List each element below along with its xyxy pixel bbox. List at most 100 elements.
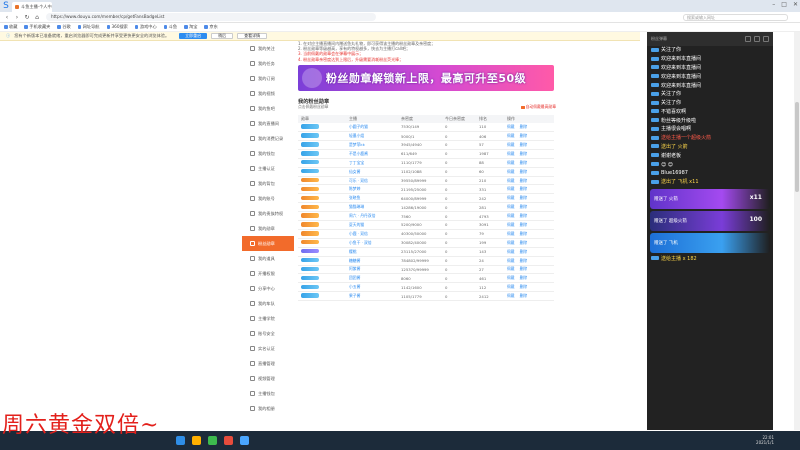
close-icon[interactable]: ✕	[793, 1, 798, 8]
wear-link[interactable]: 佩戴	[507, 231, 515, 236]
app-icon[interactable]	[224, 436, 233, 445]
home-icon[interactable]: ⌂	[34, 14, 40, 21]
delete-link[interactable]: 删除	[520, 195, 528, 200]
wear-link[interactable]: 佩戴	[507, 204, 515, 209]
delete-link[interactable]: 删除	[520, 186, 528, 191]
anchor-link[interactable]: 猫猫琳琳	[346, 202, 398, 213]
reload-icon[interactable]: ↻	[24, 14, 30, 21]
delete-link[interactable]: 删除	[520, 178, 528, 183]
promo-banner[interactable]: 粉丝勋章解锁新上限，最高可升至50级	[298, 64, 554, 91]
delete-link[interactable]: 删除	[520, 284, 528, 289]
sidebar-item[interactable]: 分享中心	[242, 281, 294, 296]
delete-link[interactable]: 删除	[520, 275, 528, 280]
sidebar-item[interactable]: 开播权限	[242, 266, 294, 281]
delete-link[interactable]: 删除	[520, 124, 528, 129]
anchor-link[interactable]: 轻墨小姐	[346, 131, 398, 142]
anchor-link[interactable]: 丁丁宝宝	[346, 158, 398, 168]
wear-link[interactable]: 佩戴	[507, 178, 515, 183]
sidebar-item[interactable]: 我的背包	[242, 176, 294, 191]
sidebar-item[interactable]: 我的贵族特权	[242, 206, 294, 221]
anchor-link[interactable]: 团团酱	[346, 273, 398, 284]
anchor-link[interactable]: 小鱼干 · 双倍	[346, 238, 398, 248]
sidebar-item[interactable]: 我的钱包	[242, 146, 294, 161]
later-button[interactable]: 稍后	[211, 33, 234, 39]
sidebar-item[interactable]: 我的账号	[242, 191, 294, 206]
delete-link[interactable]: 删除	[520, 142, 528, 147]
anchor-link[interactable]: 张晓鱼	[346, 193, 398, 204]
delete-link[interactable]: 删除	[520, 266, 528, 271]
bookmark-item[interactable]: 谷歌	[57, 24, 71, 30]
wear-link[interactable]: 佩戴	[507, 293, 515, 298]
wear-link[interactable]: 佩戴	[507, 266, 515, 271]
delete-link[interactable]: 删除	[520, 204, 528, 209]
wear-link[interactable]: 佩戴	[507, 124, 515, 129]
sidebar-item[interactable]: 直播管理	[242, 356, 294, 371]
sidebar-item[interactable]: 主播认证	[242, 161, 294, 176]
browser-tab[interactable]: 斗鱼主播·个人中心	[12, 2, 52, 12]
back-icon[interactable]: ‹	[4, 14, 10, 21]
lock-icon[interactable]	[763, 36, 769, 42]
wear-link[interactable]: 佩戴	[507, 160, 515, 165]
sidebar-item[interactable]: 账号安全	[242, 326, 294, 341]
bookmark-item[interactable]: 网址导航	[77, 24, 100, 30]
wear-link[interactable]: 佩戴	[507, 284, 515, 289]
wear-link[interactable]: 佩戴	[507, 142, 515, 147]
bookmark-item[interactable]: 京东	[204, 24, 218, 30]
delete-link[interactable]: 删除	[520, 160, 528, 165]
file-explorer-icon[interactable]	[192, 436, 201, 445]
anchor-link[interactable]: 小鹿 · 双倍	[346, 229, 398, 239]
wear-link[interactable]: 佩戴	[507, 186, 515, 191]
browser-search-input[interactable]: 搜索或输入网址	[683, 14, 788, 21]
bookmark-item[interactable]: 手机收藏夹	[24, 24, 50, 30]
wear-link[interactable]: 佩戴	[507, 240, 515, 245]
anchor-link[interactable]: 可乐 · 双倍	[346, 176, 398, 186]
anchor-link[interactable]: 仙女酱	[346, 167, 398, 177]
wear-link[interactable]: 佩戴	[507, 222, 515, 227]
restart-button[interactable]: 立即重启	[179, 33, 208, 39]
windows-start-icon[interactable]	[176, 436, 185, 445]
anchor-link[interactable]: 小五酱	[346, 282, 398, 293]
scrollbar-thumb[interactable]	[795, 102, 799, 192]
sidebar-item[interactable]: 我的订阅	[242, 71, 294, 86]
sidebar-item[interactable]: 主播钱包	[242, 386, 294, 401]
anchor-link[interactable]: 糖糖酱	[346, 256, 398, 266]
sidebar-item[interactable]: 我的鱼吧	[242, 101, 294, 116]
details-button[interactable]: 查看详情	[237, 33, 268, 39]
sidebar-item[interactable]: 主播学院	[242, 311, 294, 326]
bookmark-item[interactable]: 淘宝	[184, 24, 197, 30]
sidebar-item[interactable]: 视频管理	[242, 371, 294, 386]
anchor-link[interactable]: 周六 · 丹丹双倍	[346, 211, 398, 222]
anchor-link[interactable]: 陈梦婷	[346, 184, 398, 195]
delete-link[interactable]: 删除	[520, 151, 528, 156]
wear-link[interactable]: 佩戴	[507, 213, 515, 218]
anchor-link[interactable]: 阿紫酱	[346, 265, 398, 275]
sidebar-item[interactable]: 粉丝勋章	[242, 236, 294, 251]
wear-link[interactable]: 佩戴	[507, 169, 515, 174]
sidebar-item[interactable]: 我的消费记录	[242, 131, 294, 146]
delete-link[interactable]: 删除	[520, 231, 528, 236]
wear-link[interactable]: 佩戴	[507, 133, 515, 138]
wear-link[interactable]: 佩戴	[507, 249, 515, 254]
delete-link[interactable]: 删除	[520, 169, 528, 174]
delete-link[interactable]: 删除	[520, 213, 528, 218]
sidebar-item[interactable]: 实名认证	[242, 341, 294, 356]
sidebar-item[interactable]: 我的车队	[242, 296, 294, 311]
delete-link[interactable]: 删除	[520, 293, 528, 298]
delete-link[interactable]: 删除	[520, 222, 528, 227]
wear-link[interactable]: 佩戴	[507, 275, 515, 280]
delete-link[interactable]: 删除	[520, 240, 528, 245]
maximize-icon[interactable]: □	[781, 1, 787, 8]
minimize-icon[interactable]: –	[772, 1, 775, 8]
bookmark-item[interactable]: 游戏中心	[134, 24, 157, 30]
sidebar-item[interactable]: 我的道具	[242, 251, 294, 266]
wear-link[interactable]: 佩戴	[507, 258, 515, 263]
settings-icon[interactable]	[745, 36, 751, 42]
filter-icon[interactable]	[754, 36, 760, 42]
delete-link[interactable]: 删除	[520, 258, 528, 263]
browser-icon[interactable]	[208, 436, 217, 445]
anchor-link[interactable]: 樱桃	[346, 247, 398, 257]
auto-wear-checkbox[interactable]: 自动佩戴最高勋章	[521, 104, 556, 110]
url-input[interactable]: https://www.douyu.com/member/cp/getFansB…	[46, 13, 376, 21]
sidebar-item[interactable]: 我的关注	[242, 41, 294, 56]
wear-link[interactable]: 佩戴	[507, 195, 515, 200]
